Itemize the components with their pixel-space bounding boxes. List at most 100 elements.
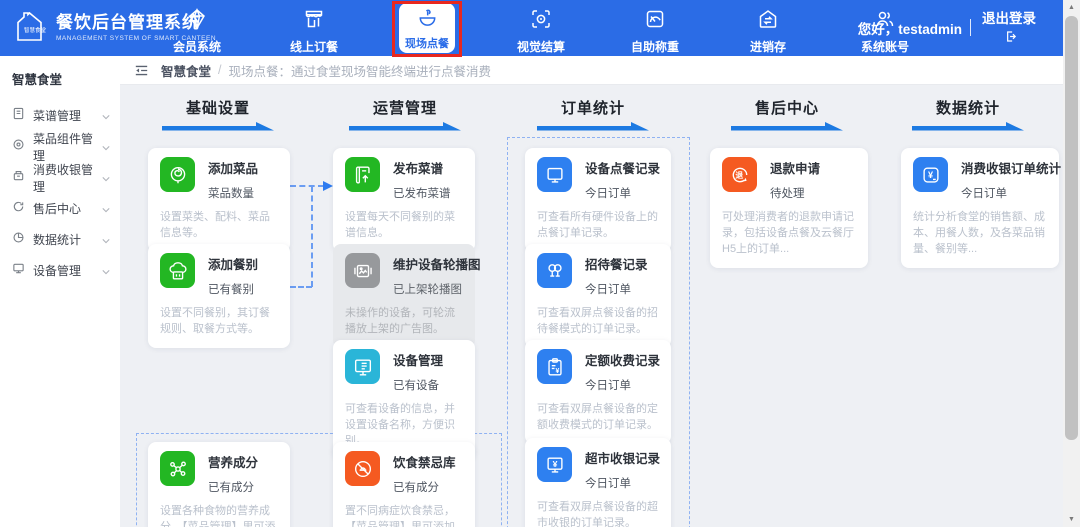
card-fixed-fee-records[interactable]: ¥ 定额收费记录 今日订单 可查看双屏点餐设备的定额收费模式的订单记录。 bbox=[525, 340, 671, 444]
card-title: 饮食禁忌库 bbox=[393, 456, 456, 470]
card-title: 维护设备轮播图 bbox=[393, 258, 481, 272]
collapse-menu-icon[interactable] bbox=[134, 64, 149, 77]
nav-item-online-order[interactable]: 线上订餐 bbox=[269, 7, 359, 55]
aftersales-icon bbox=[12, 200, 25, 218]
swoosh-underline bbox=[912, 122, 1024, 131]
card-reception-meal-records[interactable]: 招待餐记录 今日订单 可查看双屏点餐设备的招待餐模式的订单记录。 bbox=[525, 244, 671, 348]
nav-item-label: 会员系统 bbox=[172, 40, 221, 54]
clipboard-yen-icon: ¥ bbox=[537, 349, 572, 384]
monitor-list-icon bbox=[345, 349, 380, 384]
yen-square-icon: ¥ bbox=[913, 157, 948, 192]
nav-item-self-weighing[interactable]: 自助称重 bbox=[610, 7, 700, 55]
nav-item-onsite-order[interactable]: 现场点餐 bbox=[399, 3, 455, 53]
card-supermarket-cashier-records[interactable]: ¥ 超市收银记录 今日订单 可查看双屏点餐设备的超市收银的订单记录。 bbox=[525, 438, 671, 527]
vegetable-icon bbox=[160, 157, 195, 192]
card-title: 设备点餐记录 bbox=[585, 162, 661, 176]
card-subtitle: 已有设备 bbox=[393, 380, 439, 392]
chevron-down-icon bbox=[102, 231, 110, 249]
column-header-data-statistics: 数据统计 bbox=[898, 97, 1038, 131]
card-description: 可查看双屏点餐设备的超市收银的订单记录。 bbox=[537, 501, 658, 527]
sidebar-item-device-management[interactable]: 设备管理 bbox=[0, 255, 120, 286]
scrollbar-thumb[interactable] bbox=[1065, 16, 1078, 440]
card-refund-request[interactable]: 退 退款申请 待处理 可处理消费者的退款申请记录，包括设备点餐及云餐厅H5上的订… bbox=[710, 148, 868, 268]
sidebar-item-menu-management[interactable]: 菜谱管理 bbox=[0, 100, 120, 131]
refund-circle-icon: 退 bbox=[722, 157, 757, 192]
nav-item-inventory[interactable]: 进销存 bbox=[723, 7, 813, 55]
swoosh-underline bbox=[537, 122, 649, 131]
card-subtitle: 已上架轮播图 bbox=[393, 284, 462, 296]
card-title: 添加菜品 bbox=[208, 162, 259, 176]
card-maintain-carousel[interactable]: 维护设备轮播图 已上架轮播图 未操作的设备，可轮流播放上架的广告图。 bbox=[333, 244, 481, 348]
card-subtitle: 今日订单 bbox=[585, 284, 631, 296]
monitor-yen-icon: ¥ bbox=[537, 447, 572, 482]
canteen-logo-icon: 智慧食堂 bbox=[10, 8, 48, 46]
user-area: 您好，testadmin 退出登录 bbox=[858, 9, 1039, 46]
card-publish-menu[interactable]: 发布菜谱 已发布菜谱 设置每天不同餐别的菜谱信息。 bbox=[333, 148, 475, 252]
scroll-down-button[interactable]: ▼ bbox=[1063, 512, 1080, 527]
column-header-operations: 运营管理 bbox=[335, 97, 475, 131]
card-subtitle: 已有餐别 bbox=[208, 284, 254, 296]
sidebar-item-after-sales[interactable]: 售后中心 bbox=[0, 193, 120, 224]
chevron-down-icon bbox=[102, 138, 110, 156]
card-description: 可处理消费者的退款申请记录，包括设备点餐及云餐厅H5上的订单... bbox=[722, 211, 854, 255]
gem-icon bbox=[185, 8, 209, 35]
warehouse-icon bbox=[756, 10, 780, 35]
chevron-down-icon bbox=[102, 200, 110, 218]
sidebar-item-dish-components[interactable]: 菜品组件管理 bbox=[0, 131, 120, 163]
breadcrumb-root[interactable]: 智慧食堂 bbox=[161, 61, 211, 80]
sidebar-item-data-statistics[interactable]: 数据统计 bbox=[0, 224, 120, 255]
flow-connector bbox=[290, 286, 312, 288]
card-subtitle: 今日订单 bbox=[961, 188, 1007, 200]
swoosh-underline bbox=[731, 122, 843, 131]
sidebar-item-cashier-management[interactable]: 消费收银管理 bbox=[0, 162, 120, 194]
card-title: 定额收费记录 bbox=[585, 354, 661, 368]
monitor-icon bbox=[12, 262, 25, 280]
card-title: 设备管理 bbox=[393, 354, 444, 368]
flow-connector bbox=[311, 186, 313, 287]
flow-arrow bbox=[323, 181, 333, 191]
card-subtitle: 待处理 bbox=[770, 188, 805, 200]
svg-text:退: 退 bbox=[735, 170, 743, 179]
card-subtitle: 已有成分 bbox=[208, 482, 254, 494]
nav-item-member-system[interactable]: 会员系统 bbox=[152, 7, 242, 55]
carousel-image-icon bbox=[345, 253, 380, 288]
column-header-order-statistics: 订单统计 bbox=[523, 97, 663, 131]
sidebar: 智慧食堂 菜谱管理 菜品组件管理 消费收银管理 售后中心 数据统计 设备管理 bbox=[0, 56, 120, 527]
card-title: 超市收银记录 bbox=[585, 452, 661, 466]
card-dietary-taboo[interactable]: 饮食禁忌库 已有成分 置不同病症饮食禁忌，【菜品管理】里可添加对应的。 bbox=[333, 442, 475, 527]
bowl-icon bbox=[416, 6, 439, 34]
card-description: 可查看双屏点餐设备的定额收费模式的订单记录。 bbox=[537, 403, 658, 431]
card-nutrition[interactable]: 营养成分 已有成分 设置各种食物的营养成分，【菜品管理】里可添加对应的食物及分.… bbox=[148, 442, 290, 527]
card-device-order-records[interactable]: 设备点餐记录 今日订单 可查看所有硬件设备上的点餐订单记录。 bbox=[525, 148, 671, 252]
card-title: 招待餐记录 bbox=[585, 258, 648, 272]
card-add-meal-type[interactable]: 添加餐别 已有餐别 设置不同餐别，其订餐规则、取餐方式等。 bbox=[148, 244, 290, 348]
logout-icon bbox=[1002, 29, 1017, 44]
card-cashier-order-statistics[interactable]: ¥ 消费收银订单统计 今日订单 统计分析食堂的销售额、成本、用餐人数，及各菜品销… bbox=[901, 148, 1061, 268]
chevron-down-icon bbox=[102, 107, 110, 125]
scan-icon bbox=[529, 10, 553, 35]
logout-button[interactable]: 退出登录 bbox=[979, 10, 1039, 46]
nav-item-label: 视觉结算 bbox=[516, 40, 565, 54]
divider bbox=[970, 19, 971, 36]
column-header-after-sales: 售后中心 bbox=[717, 97, 857, 131]
card-subtitle: 今日订单 bbox=[585, 380, 631, 392]
monitor-icon bbox=[537, 157, 572, 192]
card-description: 设置不同餐别，其订餐规则、取餐方式等。 bbox=[160, 307, 270, 335]
swoosh-underline bbox=[162, 122, 274, 131]
card-add-dish[interactable]: 添加菜品 菜品数量 设置菜类、配料、菜品信息等。 bbox=[148, 148, 290, 252]
breadcrumb-separator: / bbox=[218, 63, 222, 77]
scale-icon bbox=[643, 10, 667, 35]
chevron-down-icon bbox=[102, 169, 110, 187]
vertical-scrollbar[interactable]: ▲ ▼ bbox=[1063, 0, 1080, 527]
card-description: 设置每天不同餐别的菜谱信息。 bbox=[345, 211, 455, 239]
flow-connector bbox=[290, 185, 324, 187]
top-header: 智慧食堂 餐饮后台管理系统 MANAGEMENT SYSTEM OF SMART… bbox=[0, 0, 1063, 57]
card-subtitle: 已有成分 bbox=[393, 482, 439, 494]
card-title: 添加餐别 bbox=[208, 258, 259, 272]
storefront-icon bbox=[302, 10, 326, 35]
nav-item-label: 自助称重 bbox=[630, 40, 679, 54]
card-subtitle: 今日订单 bbox=[585, 188, 631, 200]
card-subtitle: 已发布菜谱 bbox=[393, 188, 451, 200]
nav-item-visual-checkout[interactable]: 视觉结算 bbox=[496, 7, 586, 55]
scroll-up-button[interactable]: ▲ bbox=[1063, 0, 1080, 15]
